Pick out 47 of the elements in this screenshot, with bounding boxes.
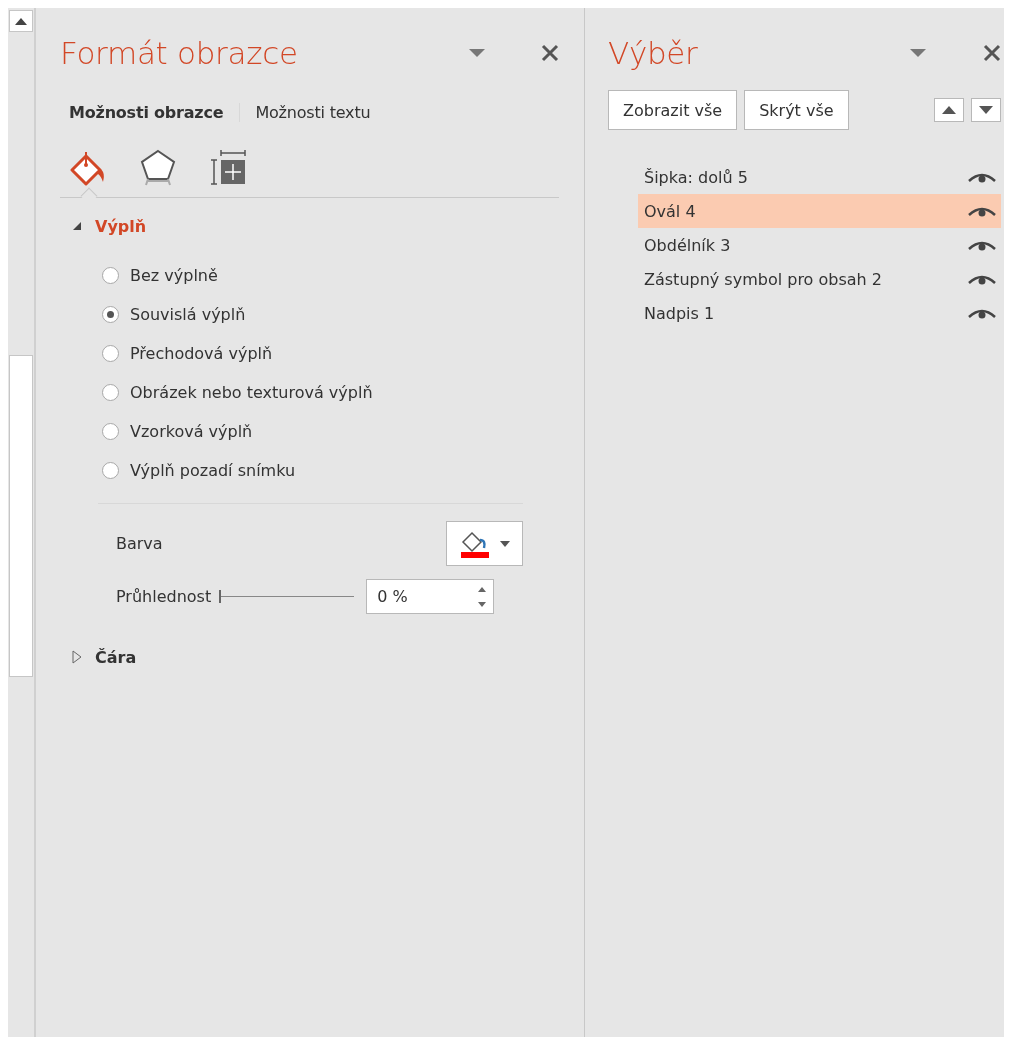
radio-button[interactable] <box>102 461 119 479</box>
close-icon[interactable] <box>541 44 559 62</box>
up-arrow-icon <box>15 17 27 25</box>
pane-title: Výběr <box>608 35 699 71</box>
selection-list-item[interactable]: Nadpis 1 <box>638 296 1001 330</box>
expand-caret-icon[interactable] <box>72 650 82 664</box>
radio-button[interactable] <box>102 266 119 284</box>
size-position-icon[interactable] <box>209 148 247 186</box>
radio-button[interactable] <box>102 344 119 362</box>
selection-list-item[interactable]: Zástupný symbol pro obsah 2 <box>638 262 1001 296</box>
fill-color-button[interactable] <box>446 521 523 566</box>
selection-list-item[interactable]: Ovál 4 <box>638 194 1001 228</box>
down-triangle-icon <box>979 106 993 114</box>
hide-all-button[interactable]: Skrýt vše <box>744 90 849 130</box>
option-label[interactable]: Souvislá výplň <box>130 304 246 324</box>
selection-list-item[interactable]: Obdélník 3 <box>638 228 1001 262</box>
option-label[interactable]: Přechodová výplň <box>130 343 273 363</box>
tab[interactable]: Možnosti obrazce <box>60 102 240 122</box>
selection-list-item[interactable]: Šipka: dolů 5 <box>638 160 1001 194</box>
pentagon-icon[interactable] <box>139 148 177 186</box>
transparency-spin-box[interactable]: 0 % <box>366 579 495 614</box>
option-label[interactable]: Bez výplně <box>130 265 218 285</box>
option-label[interactable]: Výplň pozadí snímku <box>130 460 296 480</box>
move-up-button[interactable] <box>934 98 964 122</box>
radio-button[interactable] <box>102 305 119 323</box>
move-down-button[interactable] <box>971 98 1001 122</box>
radio-button[interactable] <box>102 422 119 440</box>
close-icon[interactable] <box>983 44 1001 62</box>
slider-thumb[interactable] <box>219 590 222 603</box>
up-triangle-icon <box>942 106 956 114</box>
dropdown-icon[interactable] <box>468 48 486 58</box>
collapse-caret-icon[interactable] <box>72 221 82 231</box>
pane-title: Formát obrazce <box>60 35 299 71</box>
section-title[interactable]: Výplň <box>95 216 147 236</box>
dropdown-icon[interactable] <box>499 540 510 547</box>
radio-button[interactable] <box>102 383 119 401</box>
transparency-label: Průhlednost <box>116 587 212 606</box>
scroll-up-button[interactable] <box>9 10 33 32</box>
option-label[interactable]: Obrázek nebo texturová výplň <box>130 382 373 402</box>
dropdown-icon[interactable] <box>909 48 927 58</box>
tab[interactable]: Možnosti textu <box>239 102 387 122</box>
scrollbar-thumb[interactable] <box>9 355 33 677</box>
section-title[interactable]: Čára <box>95 647 137 667</box>
transparency-field[interactable]: 0 % <box>377 587 478 606</box>
color-label: Barva <box>116 534 164 553</box>
option-label[interactable]: Vzorková výplň <box>130 421 253 441</box>
show-all-button[interactable]: Zobrazit vše <box>608 90 738 130</box>
